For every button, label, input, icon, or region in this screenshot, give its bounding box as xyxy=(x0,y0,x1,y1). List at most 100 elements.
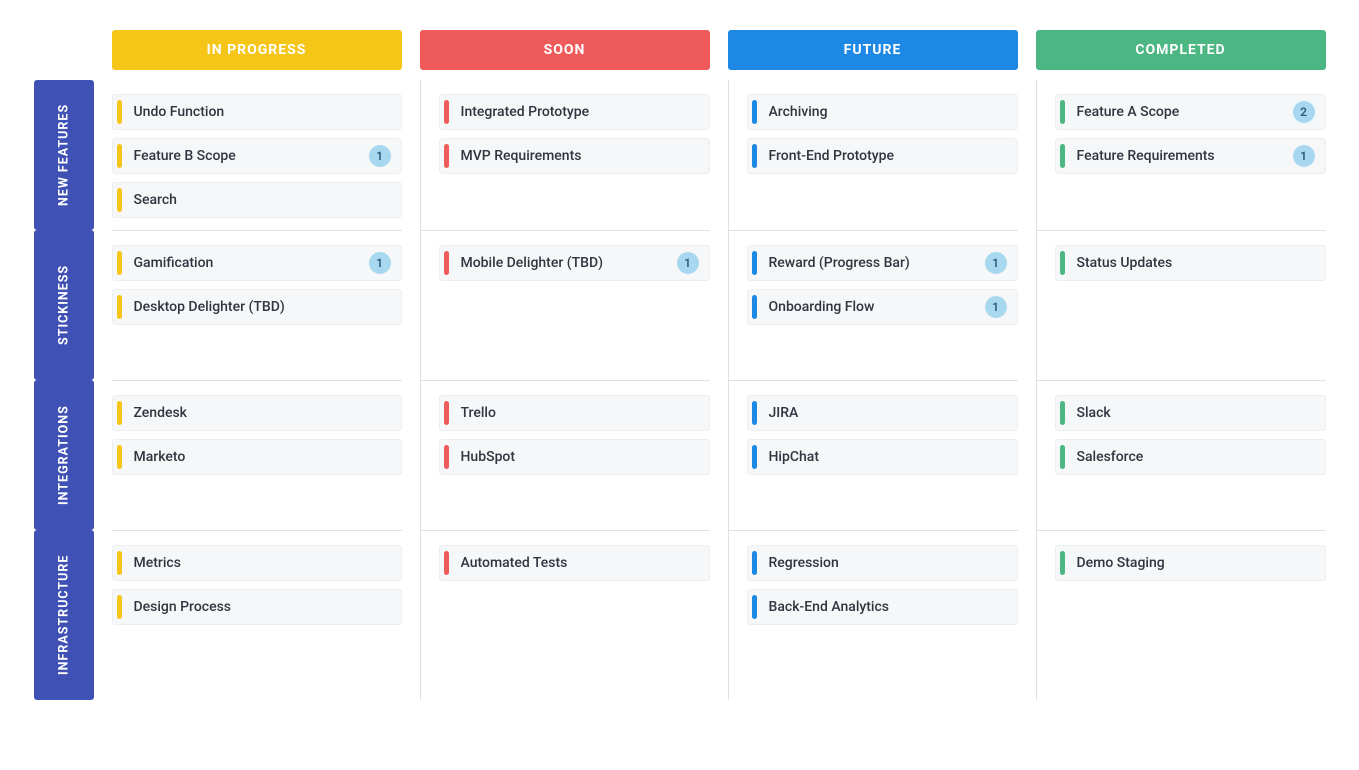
card-badge: 1 xyxy=(1293,145,1315,167)
card-title: Mobile Delighter (TBD) xyxy=(461,255,677,271)
cell-new-features-soon[interactable]: Integrated Prototype MVP Requirements xyxy=(420,80,710,230)
card-title: HipChat xyxy=(769,449,1007,465)
card-title: Feature A Scope xyxy=(1077,104,1293,120)
card-stripe xyxy=(444,551,449,575)
card-stripe xyxy=(117,251,122,275)
card[interactable]: Regression xyxy=(747,545,1018,581)
card[interactable]: Back-End Analytics xyxy=(747,589,1018,625)
card[interactable]: Desktop Delighter (TBD) xyxy=(112,289,402,325)
cell-infrastructure-future[interactable]: Regression Back-End Analytics xyxy=(728,530,1018,700)
cell-new-features-completed[interactable]: Feature A Scope2 Feature Requirements1 xyxy=(1036,80,1326,230)
card-stripe xyxy=(444,100,449,124)
card-title: Feature B Scope xyxy=(134,148,369,164)
card[interactable]: Reward (Progress Bar)1 xyxy=(747,245,1018,281)
cell-integrations-future[interactable]: JIRA HipChat xyxy=(728,380,1018,530)
cell-integrations-completed[interactable]: Slack Salesforce xyxy=(1036,380,1326,530)
card-stripe xyxy=(117,595,122,619)
card[interactable]: Front-End Prototype xyxy=(747,138,1018,174)
card-title: Slack xyxy=(1077,405,1315,421)
card[interactable]: HubSpot xyxy=(439,439,710,475)
column-header-in-progress[interactable]: IN PROGRESS xyxy=(112,30,402,70)
corner-cell xyxy=(34,30,94,80)
card-title: Trello xyxy=(461,405,699,421)
card-stripe xyxy=(752,295,757,319)
card[interactable]: Trello xyxy=(439,395,710,431)
card-title: Regression xyxy=(769,555,1007,571)
card[interactable]: Onboarding Flow1 xyxy=(747,289,1018,325)
card-title: Automated Tests xyxy=(461,555,699,571)
card-badge: 2 xyxy=(1293,101,1315,123)
card[interactable]: Status Updates xyxy=(1055,245,1326,281)
card-stripe xyxy=(752,551,757,575)
cell-integrations-soon[interactable]: Trello HubSpot xyxy=(420,380,710,530)
card-stripe xyxy=(1060,551,1065,575)
card-title: Gamification xyxy=(134,255,369,271)
column-header-future[interactable]: FUTURE xyxy=(728,30,1018,70)
card-title: Integrated Prototype xyxy=(461,104,699,120)
card[interactable]: Demo Staging xyxy=(1055,545,1326,581)
card[interactable]: Integrated Prototype xyxy=(439,94,710,130)
card-stripe xyxy=(752,251,757,275)
card[interactable]: Mobile Delighter (TBD)1 xyxy=(439,245,710,281)
cell-stickiness-future[interactable]: Reward (Progress Bar)1Onboarding Flow1 xyxy=(728,230,1018,380)
card-stripe xyxy=(444,144,449,168)
row-label-stickiness[interactable]: STICKINESS xyxy=(34,230,94,380)
card[interactable]: Feature B Scope1 xyxy=(112,138,402,174)
card-title: JIRA xyxy=(769,405,1007,421)
card[interactable]: Metrics xyxy=(112,545,402,581)
card[interactable]: Gamification1 xyxy=(112,245,402,281)
card-stripe xyxy=(444,401,449,425)
card-title: Onboarding Flow xyxy=(769,299,985,315)
card[interactable]: Design Process xyxy=(112,589,402,625)
card[interactable]: Feature Requirements1 xyxy=(1055,138,1326,174)
cell-new-features-future[interactable]: Archiving Front-End Prototype xyxy=(728,80,1018,230)
card[interactable]: Archiving xyxy=(747,94,1018,130)
card[interactable]: Salesforce xyxy=(1055,439,1326,475)
card[interactable]: Marketo xyxy=(112,439,402,475)
card[interactable]: HipChat xyxy=(747,439,1018,475)
card-title: Archiving xyxy=(769,104,1007,120)
card[interactable]: JIRA xyxy=(747,395,1018,431)
row-label-new-features[interactable]: NEW FEATURES xyxy=(34,80,94,230)
cell-stickiness-in-progress[interactable]: Gamification1 Desktop Delighter (TBD) xyxy=(112,230,402,380)
card-stripe xyxy=(752,445,757,469)
row-label-integrations[interactable]: INTEGRATIONS xyxy=(34,380,94,530)
cell-infrastructure-soon[interactable]: Automated Tests xyxy=(420,530,710,700)
card-stripe xyxy=(444,251,449,275)
row-label-infrastructure[interactable]: INFRASTRUCTURE xyxy=(34,530,94,700)
card-stripe xyxy=(117,401,122,425)
card-title: Feature Requirements xyxy=(1077,148,1293,164)
card[interactable]: Zendesk xyxy=(112,395,402,431)
card-stripe xyxy=(117,188,122,212)
card-stripe xyxy=(752,595,757,619)
card-title: Front-End Prototype xyxy=(769,148,1007,164)
column-header-soon[interactable]: SOON xyxy=(420,30,710,70)
card-stripe xyxy=(752,100,757,124)
cell-stickiness-soon[interactable]: Mobile Delighter (TBD)1 xyxy=(420,230,710,380)
cell-new-features-in-progress[interactable]: Undo Function Feature B Scope1 Search xyxy=(112,80,402,230)
card-stripe xyxy=(1060,401,1065,425)
card-stripe xyxy=(1060,144,1065,168)
card[interactable]: Feature A Scope2 xyxy=(1055,94,1326,130)
card-title: Reward (Progress Bar) xyxy=(769,255,985,271)
card[interactable]: MVP Requirements xyxy=(439,138,710,174)
cell-infrastructure-completed[interactable]: Demo Staging xyxy=(1036,530,1326,700)
column-header-completed[interactable]: COMPLETED xyxy=(1036,30,1326,70)
card[interactable]: Undo Function xyxy=(112,94,402,130)
card-title: Desktop Delighter (TBD) xyxy=(134,299,391,315)
card[interactable]: Search xyxy=(112,182,402,218)
card-badge: 1 xyxy=(369,145,391,167)
cell-infrastructure-in-progress[interactable]: Metrics Design Process xyxy=(112,530,402,700)
card-badge: 1 xyxy=(677,252,699,274)
card[interactable]: Automated Tests xyxy=(439,545,710,581)
card-title: Back-End Analytics xyxy=(769,599,1007,615)
cell-stickiness-completed[interactable]: Status Updates xyxy=(1036,230,1326,380)
card[interactable]: Slack xyxy=(1055,395,1326,431)
card-title: Zendesk xyxy=(134,405,391,421)
card-stripe xyxy=(117,445,122,469)
card-badge: 1 xyxy=(369,252,391,274)
card-title: Metrics xyxy=(134,555,391,571)
cell-integrations-in-progress[interactable]: Zendesk Marketo xyxy=(112,380,402,530)
card-stripe xyxy=(117,551,122,575)
card-badge: 1 xyxy=(985,296,1007,318)
